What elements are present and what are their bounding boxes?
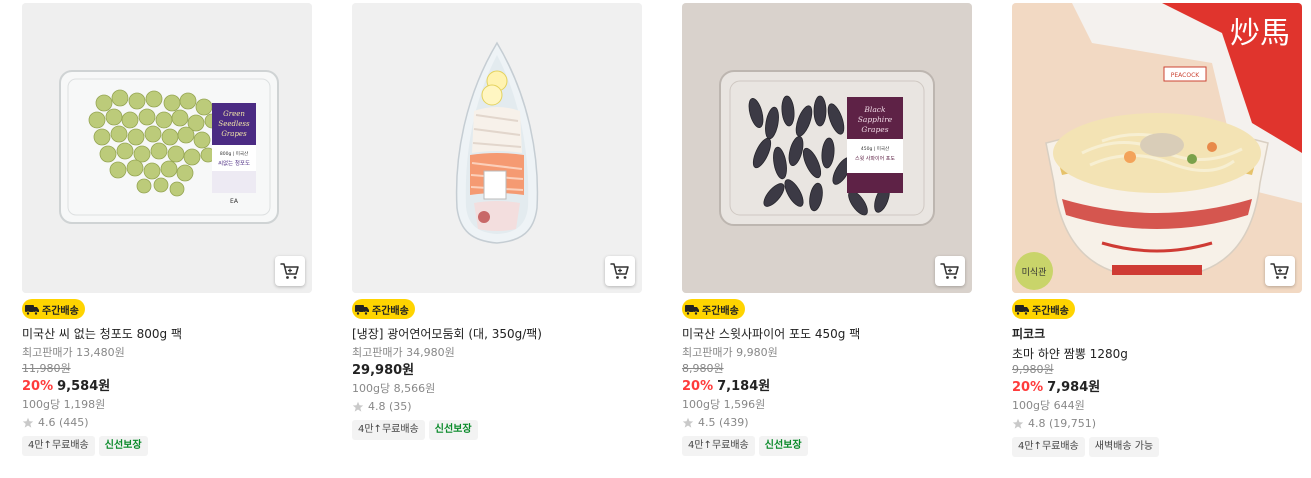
star-icon xyxy=(682,417,694,428)
product-image[interactable] xyxy=(352,3,642,293)
unit-price: 100g당 8,566원 xyxy=(352,382,436,395)
delivery-badge-label: 주간배송 xyxy=(702,305,739,317)
sale-price-row: 29,980원 xyxy=(352,362,642,380)
product-image[interactable]: 炒馬 PEACOCK 미식관 xyxy=(1012,3,1302,293)
rating: 4.8 (19,751) xyxy=(1012,416,1302,432)
delivery-badge-label: 주간배송 xyxy=(42,305,79,317)
green-grapes-photo: Green Seedless Grapes 800g | 미국산 씨없는 청포도… xyxy=(22,3,312,293)
product-title[interactable]: 미국산 씨 없는 청포도 800g 팩 xyxy=(22,326,312,342)
sale-price: 7,984원 xyxy=(1047,380,1101,395)
svg-text:PEACOCK: PEACOCK xyxy=(1171,72,1201,79)
rating: 4.6 (445) xyxy=(22,415,312,431)
product-image[interactable]: Black Sapphire Grapes 450g | 미국산 스윗 사파이어… xyxy=(682,3,972,293)
delivery-badge-label: 주간배송 xyxy=(1032,305,1069,317)
rating: 4.8 (35) xyxy=(352,399,642,415)
black-grapes-photo: Black Sapphire Grapes 450g | 미국산 스윗 사파이어… xyxy=(682,3,972,293)
unit-price: 100g당 1,198원 xyxy=(22,398,106,411)
discount-rate: 20% xyxy=(22,379,54,394)
delivery-badge-label: 주간배송 xyxy=(372,305,409,317)
sale-price: 7,184원 xyxy=(717,379,771,394)
cart-icon xyxy=(610,263,629,279)
free-shipping-chip: 4만↑무료배송 xyxy=(22,436,95,456)
fresh-guarantee-chip: 신선보장 xyxy=(758,436,808,456)
svg-text:Black: Black xyxy=(863,105,886,114)
original-price: 9,980원 xyxy=(1012,363,1054,376)
product-card[interactable]: Green Seedless Grapes 800g | 미국산 씨없는 청포도… xyxy=(22,3,312,456)
tag-chips: 4만↑무료배송 새벽배송 가능 xyxy=(1012,437,1302,457)
gourmet-badge: 미식관 xyxy=(1015,252,1053,290)
free-shipping-chip: 4만↑무료배송 xyxy=(352,420,425,440)
svg-text:Green: Green xyxy=(223,110,245,118)
unit-price: 100g당 644원 xyxy=(1012,399,1085,412)
fresh-guarantee-chip: 신선보장 xyxy=(428,420,478,440)
fresh-guarantee-chip: 신선보장 xyxy=(98,436,148,456)
unit-price: 100g당 1,596원 xyxy=(682,398,766,411)
dawn-delivery-chip: 새벽배송 가능 xyxy=(1088,437,1160,457)
add-to-cart-button[interactable] xyxy=(1265,256,1295,286)
add-to-cart-button[interactable] xyxy=(605,256,635,286)
product-title[interactable]: [냉장] 광어연어모둠회 (대, 350g/팩) xyxy=(352,326,642,342)
product-grid: Green Seedless Grapes 800g | 미국산 씨없는 청포도… xyxy=(22,3,1302,473)
best-price: 최고판매가 9,980원 xyxy=(682,346,778,359)
discount-rate: 20% xyxy=(682,379,714,394)
add-to-cart-button[interactable] xyxy=(935,256,965,286)
product-card[interactable]: 주간배송 [냉장] 광어연어모둠회 (대, 350g/팩) 최고판매가 34,9… xyxy=(352,3,642,440)
product-card[interactable]: 炒馬 PEACOCK 미식관 주간배송 피코크 초마 하얀 짬뽕 1280g 9… xyxy=(1012,3,1302,457)
svg-text:EA: EA xyxy=(230,198,239,205)
delivery-badge: 주간배송 xyxy=(352,299,415,319)
svg-text:Sapphire: Sapphire xyxy=(858,115,893,124)
sale-price: 29,980원 xyxy=(352,363,415,378)
delivery-badge: 주간배송 xyxy=(22,299,85,319)
star-icon xyxy=(22,417,34,428)
rating-value: 4.8 (35) xyxy=(368,400,412,413)
svg-text:Grapes: Grapes xyxy=(221,130,247,138)
svg-text:스윗 사파이어 포도: 스윗 사파이어 포도 xyxy=(855,155,895,162)
cart-icon xyxy=(940,263,959,279)
truck-icon xyxy=(355,305,369,316)
svg-text:Seedless: Seedless xyxy=(218,120,250,128)
cart-icon xyxy=(1270,263,1289,279)
product-brand[interactable]: 피코크 xyxy=(1012,326,1302,342)
tag-chips: 4만↑무료배송 신선보장 xyxy=(682,436,972,456)
star-icon xyxy=(1012,418,1024,429)
product-title[interactable]: 미국산 스윗사파이어 포도 450g 팩 xyxy=(682,326,972,342)
discount-rate: 20% xyxy=(1012,380,1044,395)
best-price: 최고판매가 34,980원 xyxy=(352,346,455,359)
svg-text:800g | 미국산: 800g | 미국산 xyxy=(220,150,248,157)
tag-chips: 4만↑무료배송 신선보장 xyxy=(22,436,312,456)
sale-price: 9,584원 xyxy=(57,379,111,394)
svg-text:炒馬: 炒馬 xyxy=(1230,16,1290,51)
delivery-badge: 주간배송 xyxy=(1012,299,1075,319)
sale-price-row: 20% 7,184원 xyxy=(682,378,972,396)
product-image[interactable]: Green Seedless Grapes 800g | 미국산 씨없는 청포도… xyxy=(22,3,312,293)
rating-value: 4.5 (439) xyxy=(698,416,749,429)
svg-text:Grapes: Grapes xyxy=(861,125,888,134)
rating-value: 4.6 (445) xyxy=(38,416,89,429)
truck-icon xyxy=(685,305,699,316)
product-card[interactable]: Black Sapphire Grapes 450g | 미국산 스윗 사파이어… xyxy=(682,3,972,456)
sale-price-row: 20% 9,584원 xyxy=(22,378,312,396)
truck-icon xyxy=(25,305,39,316)
add-to-cart-button[interactable] xyxy=(275,256,305,286)
star-icon xyxy=(352,401,364,412)
rating: 4.5 (439) xyxy=(682,415,972,431)
svg-text:씨없는 청포도: 씨없는 청포도 xyxy=(218,159,250,167)
best-price: 최고판매가 13,480원 xyxy=(22,346,125,359)
original-price: 8,980원 xyxy=(682,362,724,375)
jjamppong-photo: 炒馬 PEACOCK xyxy=(1012,3,1302,293)
product-title[interactable]: 초마 하얀 짬뽕 1280g xyxy=(1012,346,1302,362)
cart-icon xyxy=(280,263,299,279)
truck-icon xyxy=(1015,305,1029,316)
svg-text:450g | 미국산: 450g | 미국산 xyxy=(861,145,889,152)
free-shipping-chip: 4만↑무료배송 xyxy=(682,436,755,456)
sashimi-platter-photo xyxy=(352,3,642,293)
sale-price-row: 20% 7,984원 xyxy=(1012,379,1302,397)
tag-chips: 4만↑무료배송 신선보장 xyxy=(352,420,642,440)
original-price: 11,980원 xyxy=(22,362,71,375)
free-shipping-chip: 4만↑무료배송 xyxy=(1012,437,1085,457)
delivery-badge: 주간배송 xyxy=(682,299,745,319)
rating-value: 4.8 (19,751) xyxy=(1028,417,1097,430)
